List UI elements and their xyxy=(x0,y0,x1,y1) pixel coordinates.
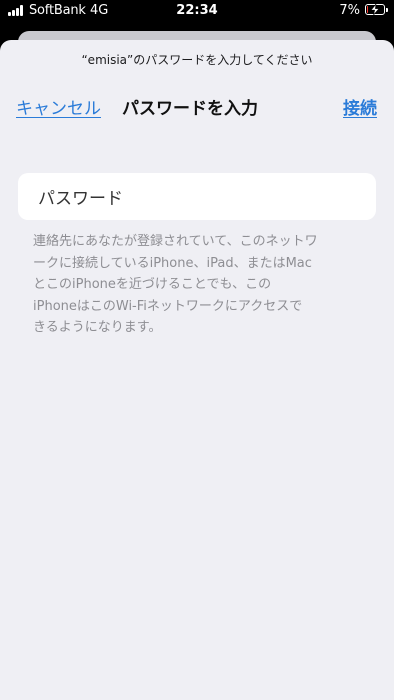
password-field[interactable]: パスワード xyxy=(18,173,376,220)
password-prompt: “emisia”のパスワードを入力してください xyxy=(81,53,313,67)
password-sheet xyxy=(0,40,394,700)
battery-percent: 7% xyxy=(339,3,360,18)
battery-level xyxy=(367,6,368,13)
status-bar: SoftBank 4G 22:34 7% xyxy=(0,0,394,22)
bolt-icon xyxy=(370,4,380,15)
wifi-sharing-footnote: 連絡先にあなたが登録されていて、このネットワ ークに接続しているiPhone、i… xyxy=(33,234,318,335)
connect-button[interactable]: 接続 xyxy=(343,94,377,119)
cancel-button[interactable]: キャンセル xyxy=(16,94,101,119)
screen: SoftBank 4G 22:34 7% “emisia”のパスワードを入力して… xyxy=(0,0,394,700)
password-placeholder: パスワード xyxy=(38,189,123,209)
page-title: パスワードを入力 xyxy=(122,99,258,119)
status-time: 22:34 xyxy=(176,3,218,18)
battery-icon xyxy=(365,4,388,15)
